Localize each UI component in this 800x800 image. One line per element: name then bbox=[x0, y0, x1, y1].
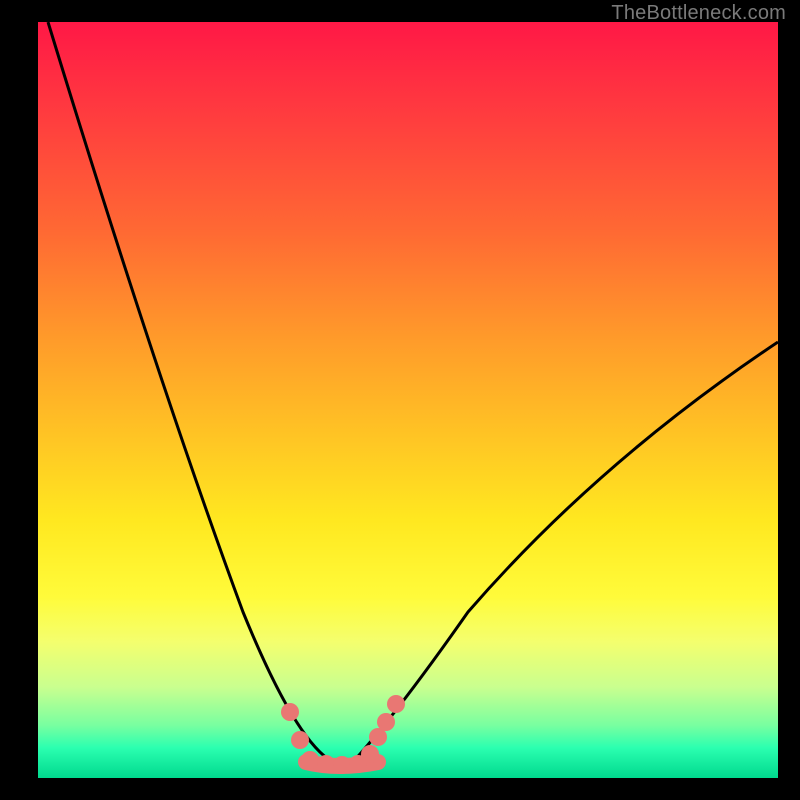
curve-left bbox=[48, 22, 333, 762]
marker-dot bbox=[333, 756, 351, 774]
marker-dot bbox=[301, 751, 319, 769]
marker-dot bbox=[361, 745, 379, 763]
marker-dot bbox=[281, 703, 299, 721]
watermark-text: TheBottleneck.com bbox=[611, 2, 786, 25]
curve-right bbox=[353, 342, 778, 762]
marker-dot bbox=[317, 755, 335, 773]
marker-dot bbox=[291, 731, 309, 749]
plot-area bbox=[38, 22, 778, 778]
marker-dot bbox=[387, 695, 405, 713]
chart-svg bbox=[38, 22, 778, 778]
chart-frame: TheBottleneck.com bbox=[0, 0, 800, 800]
marker-dot bbox=[377, 713, 395, 731]
